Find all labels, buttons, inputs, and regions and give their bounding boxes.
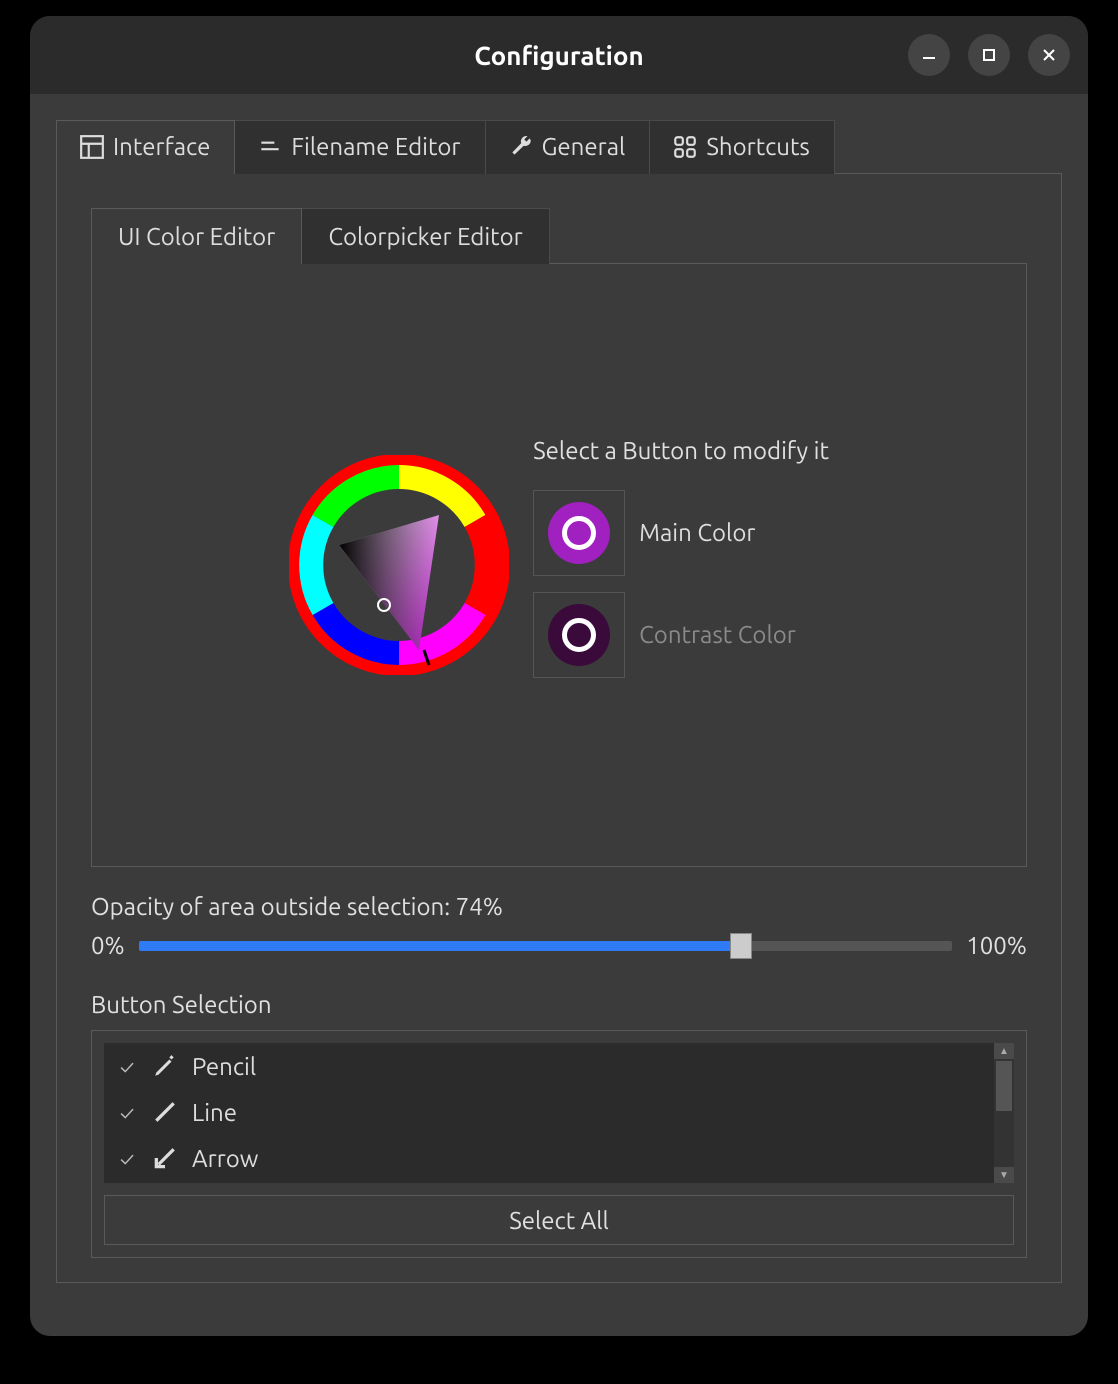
main-color-swatch (548, 502, 610, 564)
ui-color-editor-panel: Select a Button to modify it Main Color (91, 263, 1027, 867)
top-tabs: Interface Filename Editor General Shortc… (56, 120, 1062, 174)
list-item[interactable]: ✓ Line (104, 1089, 1014, 1135)
tab-general[interactable]: General (485, 120, 651, 174)
ring-icon (562, 516, 596, 550)
titlebar: Configuration (30, 16, 1088, 94)
pencil-icon (150, 1051, 180, 1081)
opacity-slider[interactable] (139, 941, 952, 951)
color-wheel-svg (289, 455, 509, 675)
list-item-label: Arrow (192, 1145, 258, 1172)
opacity-slider-row: 0% 100% (91, 932, 1027, 959)
button-selection-list-wrap: ✓ Pencil ✓ Line (104, 1043, 1014, 1183)
subtab-colorpicker-editor[interactable]: Colorpicker Editor (301, 208, 549, 264)
tab-filename-label: Filename Editor (291, 133, 460, 160)
grid-icon (672, 134, 698, 160)
sub-tabs: UI Color Editor Colorpicker Editor (91, 208, 1027, 264)
maximize-icon (980, 46, 998, 64)
ring-icon (562, 618, 596, 652)
tab-shortcuts[interactable]: Shortcuts (649, 120, 835, 174)
line-icon (150, 1097, 180, 1127)
main-color-label: Main Color (639, 519, 755, 546)
checkmark-icon[interactable]: ✓ (116, 1055, 138, 1078)
arrow-icon (150, 1143, 180, 1173)
opacity-label: Opacity of area outside selection: 74% (91, 893, 1027, 920)
main-color-button[interactable] (533, 490, 625, 576)
select-all-label: Select All (509, 1207, 609, 1234)
scroll-up-button[interactable]: ▲ (994, 1043, 1014, 1059)
list-item[interactable]: ✓ Pencil (104, 1043, 1014, 1089)
tab-interface-label: Interface (113, 133, 210, 160)
subtab-ui-color-label: UI Color Editor (118, 223, 275, 250)
main-color-row: Main Color (533, 490, 829, 576)
tab-filename-editor[interactable]: Filename Editor (234, 120, 485, 174)
content: Interface Filename Editor General Shortc… (30, 94, 1088, 1336)
contrast-color-row: Contrast Color (533, 592, 829, 678)
scrollbar[interactable]: ▲ ▼ (994, 1043, 1014, 1183)
list-item-label: Line (192, 1099, 237, 1126)
checkmark-icon[interactable]: ✓ (116, 1147, 138, 1170)
close-button[interactable] (1028, 34, 1070, 76)
color-wheel[interactable] (289, 455, 509, 675)
opacity-slider-fill (139, 941, 741, 951)
select-all-button[interactable]: Select All (104, 1195, 1014, 1245)
tab-general-label: General (542, 133, 626, 160)
maximize-button[interactable] (968, 34, 1010, 76)
subtab-ui-color-editor[interactable]: UI Color Editor (91, 208, 302, 264)
window-controls (908, 34, 1070, 76)
minimize-button[interactable] (908, 34, 950, 76)
button-selection-box: ✓ Pencil ✓ Line (91, 1030, 1027, 1258)
contrast-color-button[interactable] (533, 592, 625, 678)
tab-interface[interactable]: Interface (56, 120, 235, 174)
wrench-icon (508, 134, 534, 160)
scroll-thumb[interactable] (996, 1061, 1012, 1111)
color-buttons-column: Select a Button to modify it Main Color (533, 437, 829, 694)
button-selection-list[interactable]: ✓ Pencil ✓ Line (104, 1043, 1014, 1183)
button-selection-heading: Button Selection (91, 991, 1027, 1018)
subtab-colorpicker-label: Colorpicker Editor (328, 223, 522, 250)
filename-icon (257, 134, 283, 160)
opacity-max-label: 100% (966, 932, 1027, 959)
minimize-icon (920, 46, 938, 64)
scroll-down-button[interactable]: ▼ (994, 1167, 1014, 1183)
contrast-color-label: Contrast Color (639, 621, 796, 648)
contrast-color-swatch (548, 604, 610, 666)
configuration-window: Configuration Interface (30, 16, 1088, 1336)
interface-panel: UI Color Editor Colorpicker Editor (56, 173, 1062, 1283)
interface-icon (79, 134, 105, 160)
tab-shortcuts-label: Shortcuts (706, 133, 810, 160)
select-button-instruction: Select a Button to modify it (533, 437, 829, 464)
checkmark-icon[interactable]: ✓ (116, 1101, 138, 1124)
opacity-min-label: 0% (91, 932, 125, 959)
list-item-label: Pencil (192, 1053, 256, 1080)
window-title: Configuration (474, 41, 644, 70)
list-item[interactable]: ✓ Arrow (104, 1135, 1014, 1181)
close-icon (1040, 46, 1058, 64)
opacity-slider-thumb[interactable] (730, 933, 752, 959)
